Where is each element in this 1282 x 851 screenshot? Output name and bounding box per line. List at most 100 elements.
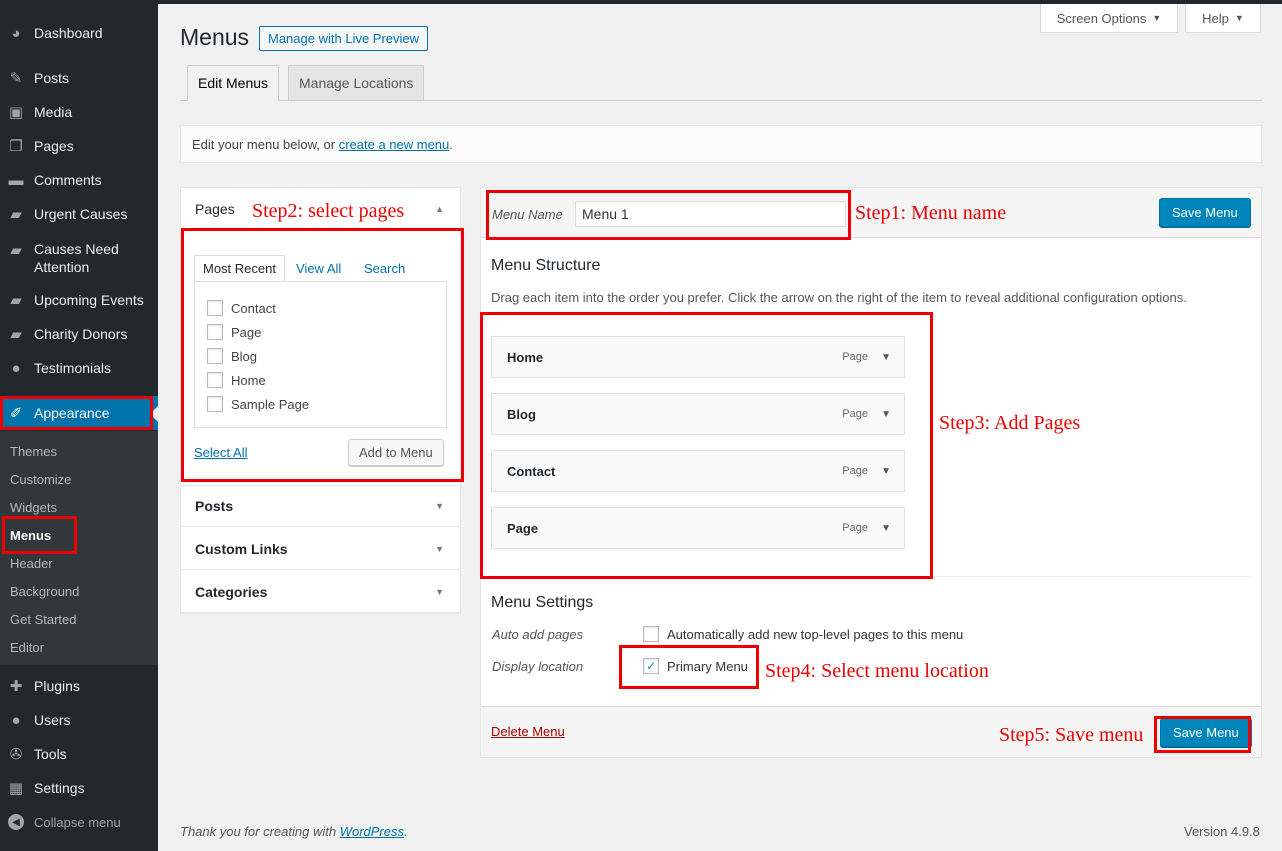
auto-add-option[interactable]: Automatically add new top-level pages to… — [643, 626, 963, 642]
annotation-step3: Step3: Add Pages — [939, 412, 1081, 434]
version-text: Version 4.9.8 — [1184, 824, 1260, 839]
dashboard-icon: ◕ — [11, 24, 21, 42]
menu-structure-description: Drag each item into the order you prefer… — [491, 290, 1187, 305]
wrench-icon: ✇ — [9, 746, 23, 763]
wordpress-link[interactable]: WordPress — [340, 824, 404, 839]
sidebar-item-plugins[interactable]: ✚ Plugins — [0, 669, 158, 703]
menu-structure-title: Menu Structure — [491, 257, 601, 274]
caret-down-icon: ▼ — [1152, 13, 1162, 23]
checkmark-icon: ✓ — [645, 659, 657, 673]
caret-down-icon[interactable]: ▼ — [881, 409, 891, 420]
list-item[interactable]: Blog — [207, 348, 257, 364]
submenu-widgets[interactable]: Widgets — [10, 500, 57, 515]
auto-add-checkbox[interactable] — [643, 626, 659, 642]
caret-down-icon[interactable]: ▼ — [881, 352, 891, 363]
save-menu-button-bottom[interactable]: Save Menu — [1160, 718, 1252, 747]
list-item[interactable]: Page — [207, 324, 261, 340]
sidebar-item-media[interactable]: ▣ Media — [0, 95, 158, 129]
add-to-menu-button[interactable]: Add to Menu — [348, 439, 444, 466]
submenu-header[interactable]: Header — [10, 556, 53, 571]
posts-accordion-header[interactable]: Posts ▼ — [181, 485, 460, 527]
annotation-step4: Step4: Select menu location — [765, 660, 989, 682]
collapse-icon: ◀ — [8, 814, 24, 830]
menu-name-label: Menu Name — [492, 207, 563, 222]
sidebar-item-pages[interactable]: ❐ Pages — [0, 129, 158, 163]
active-indicator — [150, 406, 158, 422]
live-preview-button[interactable]: Manage with Live Preview — [259, 26, 429, 51]
page-checkbox[interactable] — [207, 372, 223, 388]
sidebar-item-causes-need-attention[interactable]: ▰ Causes Need Attention — [0, 240, 158, 284]
menu-name-input[interactable]: Menu 1 — [575, 201, 846, 227]
page-checkbox[interactable] — [207, 396, 223, 412]
folder-icon: ▰ — [10, 206, 22, 223]
menu-item-contact[interactable]: Contact Page ▼ — [491, 450, 905, 492]
primary-menu-checkbox[interactable]: ✓ — [643, 658, 659, 674]
pages-tabs: Most Recent View All Search — [194, 255, 447, 282]
menu-item-home[interactable]: Home Page ▼ — [491, 336, 905, 378]
caret-up-icon: ▲ — [435, 204, 444, 214]
folder-icon: ▰ — [10, 242, 22, 259]
sidebar-item-dashboard[interactable]: ◕ Dashboard — [0, 16, 158, 50]
annotation-step1: Step1: Menu name — [855, 202, 1007, 224]
list-item[interactable]: Home — [207, 372, 266, 388]
annotation-step5: Step5: Save menu — [999, 724, 1144, 746]
collapse-menu-button[interactable]: ◀ Collapse menu — [0, 807, 158, 837]
primary-menu-option[interactable]: ✓ Primary Menu — [643, 658, 748, 674]
menu-item-page[interactable]: Page Page ▼ — [491, 507, 905, 549]
screen-options-button[interactable]: Screen Options ▼ — [1040, 4, 1178, 33]
page-checkbox[interactable] — [207, 348, 223, 364]
menu-item-blog[interactable]: Blog Page ▼ — [491, 393, 905, 435]
page-checkbox[interactable] — [207, 324, 223, 340]
select-all-link[interactable]: Select All — [194, 445, 247, 460]
sidebar-item-urgent-causes[interactable]: ▰ Urgent Causes — [0, 197, 158, 231]
custom-links-accordion-header[interactable]: Custom Links ▼ — [181, 528, 460, 570]
create-menu-link[interactable]: create a new menu — [339, 137, 450, 152]
submenu-themes[interactable]: Themes — [10, 444, 57, 459]
folder-icon: ▰ — [10, 292, 22, 309]
tab-search[interactable]: Search — [364, 255, 405, 282]
sidebar-item-settings[interactable]: ▦ Settings — [0, 771, 158, 805]
plugin-icon: ✚ — [9, 678, 23, 695]
pin-icon: ✎ — [9, 70, 23, 87]
settings-icon: ▦ — [8, 780, 24, 797]
help-button[interactable]: Help ▼ — [1185, 4, 1261, 33]
page-title: Menus — [180, 24, 250, 50]
edit-notice: Edit your menu below, or create a new me… — [180, 125, 1262, 163]
pages-checklist: Contact Page Blog Home Sample Page — [194, 281, 447, 428]
settings-divider — [491, 576, 1251, 577]
sidebar-item-comments[interactable]: ▬ Comments — [0, 163, 158, 197]
submenu-editor[interactable]: Editor — [10, 640, 44, 655]
page-checkbox[interactable] — [207, 300, 223, 316]
submenu-background[interactable]: Background — [10, 584, 79, 599]
display-location-label: Display location — [492, 659, 584, 674]
save-menu-button-top[interactable]: Save Menu — [1159, 198, 1251, 227]
sidebar-item-tools[interactable]: ✇ Tools — [0, 737, 158, 771]
delete-menu-link[interactable]: Delete Menu — [491, 724, 565, 739]
sidebar-item-users[interactable]: ● Users — [0, 703, 158, 737]
sidebar-item-posts[interactable]: ✎ Posts — [0, 61, 158, 95]
list-item[interactable]: Contact — [207, 300, 276, 316]
tab-most-recent[interactable]: Most Recent — [194, 255, 285, 282]
sidebar-item-charity-donors[interactable]: ▰ Charity Donors — [0, 317, 158, 351]
menu-settings-title: Menu Settings — [491, 594, 594, 611]
submenu-customize[interactable]: Customize — [10, 472, 71, 487]
caret-down-icon: ▼ — [435, 501, 444, 511]
user-icon: ● — [11, 359, 21, 377]
tab-view-all[interactable]: View All — [296, 255, 341, 282]
caret-down-icon[interactable]: ▼ — [881, 523, 891, 534]
submenu-menus[interactable]: Menus — [10, 528, 51, 543]
admin-sidebar: ◕ Dashboard ✎ Posts ▣ Media ❐ Pages ▬ Co… — [0, 4, 158, 851]
sidebar-item-appearance[interactable]: ✐ Appearance — [0, 396, 158, 430]
comment-icon: ▬ — [8, 171, 24, 189]
list-item[interactable]: Sample Page — [207, 396, 309, 412]
auto-add-label: Auto add pages — [492, 627, 584, 642]
submenu-get-started[interactable]: Get Started — [10, 612, 76, 627]
sidebar-item-testimonials[interactable]: ● Testimonials — [0, 351, 158, 385]
tab-manage-locations[interactable]: Manage Locations — [288, 65, 425, 101]
sidebar-item-upcoming-events[interactable]: ▰ Upcoming Events — [0, 283, 158, 317]
caret-down-icon[interactable]: ▼ — [881, 466, 891, 477]
brush-icon: ✐ — [9, 405, 23, 422]
tab-edit-menus[interactable]: Edit Menus — [187, 65, 280, 101]
categories-accordion-header[interactable]: Categories ▼ — [181, 571, 460, 613]
pages-icon: ❐ — [9, 138, 23, 155]
